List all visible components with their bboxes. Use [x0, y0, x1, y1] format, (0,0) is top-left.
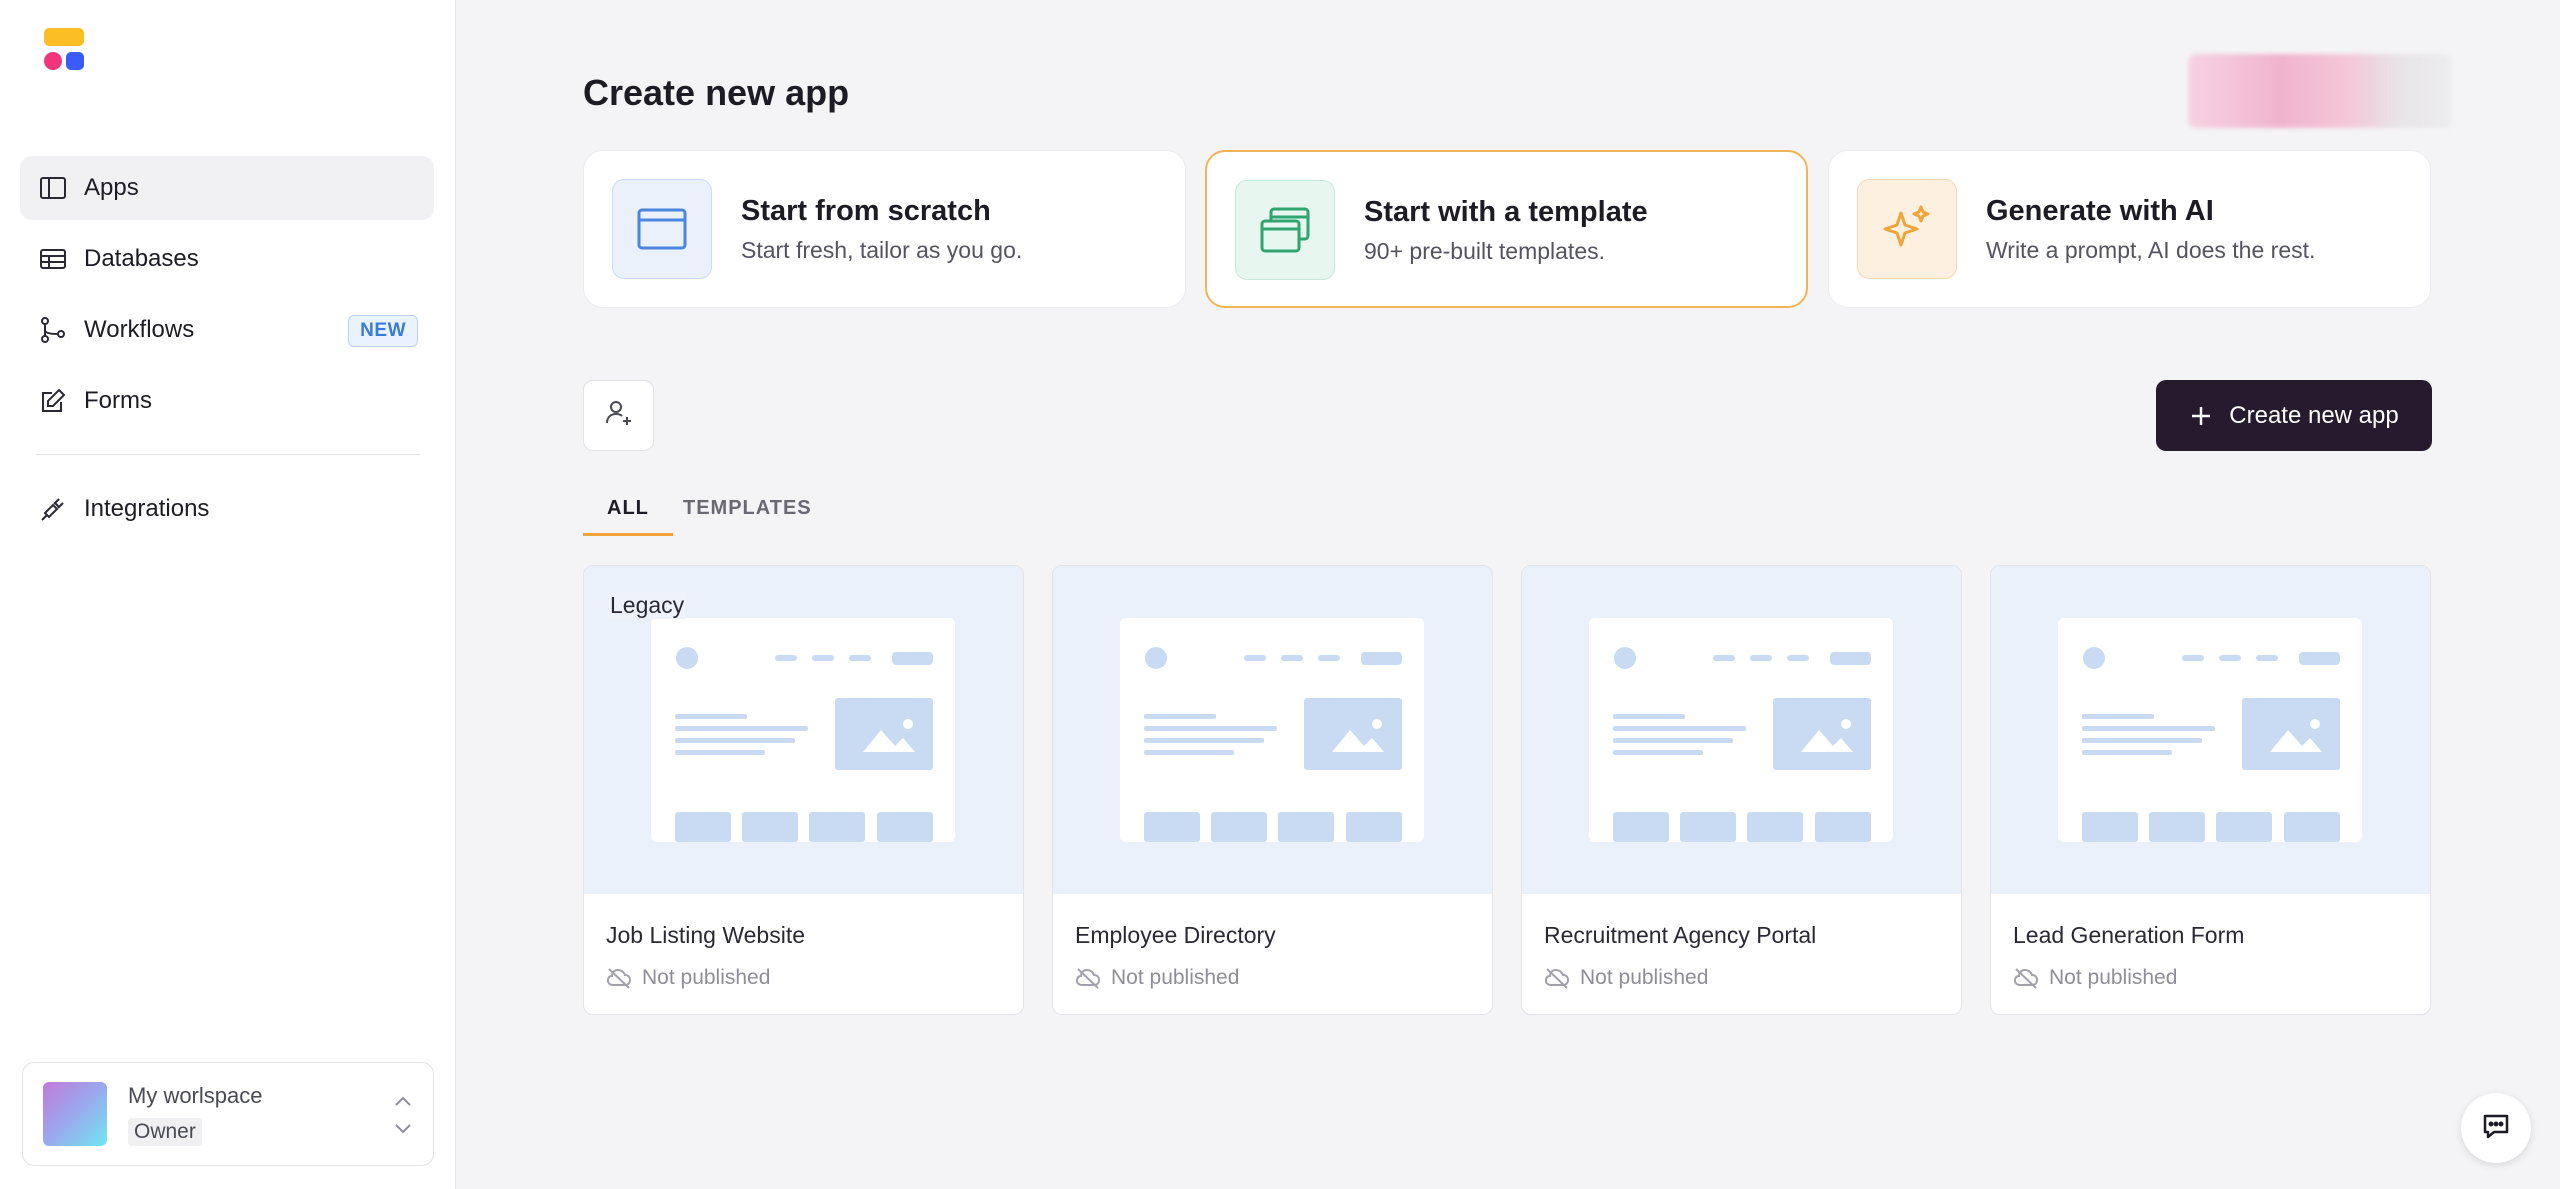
publish-status: Not published — [1544, 966, 1708, 990]
publish-status-label: Not published — [1580, 966, 1709, 989]
edit-form-icon — [38, 386, 68, 416]
card-title: Start with a template — [1364, 196, 1648, 228]
page-preview-illustration — [1589, 618, 1893, 842]
sidebar-item-integrations[interactable]: Integrations — [20, 477, 434, 541]
app-card[interactable]: Employee Directory Not published — [1052, 565, 1493, 1015]
chat-icon — [2480, 1110, 2512, 1147]
workspace-switcher[interactable]: My worlspace Owner — [22, 1062, 434, 1166]
workflow-icon — [38, 315, 68, 345]
workspace-role: Owner — [128, 1118, 202, 1146]
card-subtitle: Write a prompt, AI does the rest. — [1986, 237, 2316, 263]
card-title: Start from scratch — [741, 195, 991, 227]
workspace-name: My worlspace — [128, 1083, 263, 1108]
invite-user-button[interactable] — [583, 380, 654, 451]
page-preview-illustration — [1120, 618, 1424, 842]
app-thumbnail — [1522, 566, 1961, 894]
app-name: Employee Directory — [1075, 922, 1276, 948]
app-card[interactable]: Recruitment Agency Portal Not published — [1521, 565, 1962, 1015]
cloud-off-icon — [2013, 967, 2039, 989]
app-thumbnail — [1053, 566, 1492, 894]
app-thumbnail — [1991, 566, 2430, 894]
sidebar-panel-icon — [38, 173, 68, 203]
page-preview-illustration — [2058, 618, 2362, 842]
app-name: Job Listing Website — [606, 922, 806, 948]
sidebar-item-label: Integrations — [84, 495, 210, 522]
tab-all[interactable]: ALL — [583, 492, 673, 536]
publish-status: Not published — [2013, 966, 2177, 990]
brand-logo[interactable] — [42, 28, 86, 72]
sidebar-nav-secondary: Integrations — [20, 477, 434, 548]
app-name: Recruitment Agency Portal — [1544, 922, 1817, 948]
blurred-user-area[interactable] — [2188, 54, 2452, 128]
cloud-off-icon — [1544, 967, 1570, 989]
publish-status: Not published — [606, 966, 770, 990]
plug-icon — [38, 494, 68, 524]
create-new-app-button[interactable]: Create new app — [2156, 380, 2432, 451]
window-icon — [612, 179, 712, 279]
page-title: Create new app — [583, 72, 850, 113]
sidebar-item-workflows[interactable]: Workflows NEW — [20, 298, 434, 362]
start-with-template-card[interactable]: Start with a template 90+ pre-built temp… — [1205, 150, 1808, 308]
create-button-label: Create new app — [2229, 401, 2399, 429]
sidebar-item-label: Databases — [84, 245, 199, 272]
user-plus-icon — [604, 398, 634, 433]
cloud-off-icon — [606, 967, 632, 989]
stacked-windows-icon — [1235, 180, 1335, 280]
workspace-avatar — [43, 1082, 107, 1146]
publish-status-label: Not published — [1111, 966, 1240, 989]
sidebar-item-apps[interactable]: Apps — [20, 156, 434, 220]
sparkle-icon — [1857, 179, 1957, 279]
cloud-off-icon — [1075, 967, 1101, 989]
app-name: Lead Generation Form — [2013, 922, 2245, 948]
page-preview-illustration — [651, 618, 955, 842]
sidebar-nav: Apps Databases Workflows NEW Forms — [20, 156, 434, 440]
publish-status: Not published — [1075, 966, 1239, 990]
sidebar-divider — [36, 454, 420, 455]
app-card[interactable]: Lead Generation Form Not published — [1990, 565, 2431, 1015]
generate-with-ai-card[interactable]: Generate with AI Write a prompt, AI does… — [1828, 150, 2431, 308]
support-chat-button[interactable] — [2461, 1093, 2531, 1163]
sidebar: Apps Databases Workflows NEW Forms Integ… — [0, 0, 456, 1189]
sidebar-item-forms[interactable]: Forms — [20, 369, 434, 433]
table-icon — [38, 244, 68, 274]
card-title: Generate with AI — [1986, 195, 2214, 227]
sidebar-item-label: Apps — [84, 174, 139, 201]
card-subtitle: Start fresh, tailor as you go. — [741, 237, 1023, 263]
app-card[interactable]: Legacy Job Listing Website Not published — [583, 565, 1024, 1015]
sidebar-item-label: Forms — [84, 387, 152, 414]
chevron-up-down-icon — [391, 1093, 415, 1137]
tab-templates[interactable]: TEMPLATES — [683, 492, 812, 536]
legacy-tag: Legacy — [608, 592, 687, 619]
start-from-scratch-card[interactable]: Start from scratch Start fresh, tailor a… — [583, 150, 1186, 308]
publish-status-label: Not published — [642, 966, 771, 989]
plus-icon — [2189, 404, 2213, 428]
publish-status-label: Not published — [2049, 966, 2178, 989]
app-thumbnail: Legacy — [584, 566, 1023, 894]
sidebar-item-label: Workflows — [84, 316, 195, 343]
new-badge: NEW — [348, 315, 418, 347]
card-subtitle: 90+ pre-built templates. — [1364, 238, 1605, 264]
sidebar-item-databases[interactable]: Databases — [20, 227, 434, 291]
